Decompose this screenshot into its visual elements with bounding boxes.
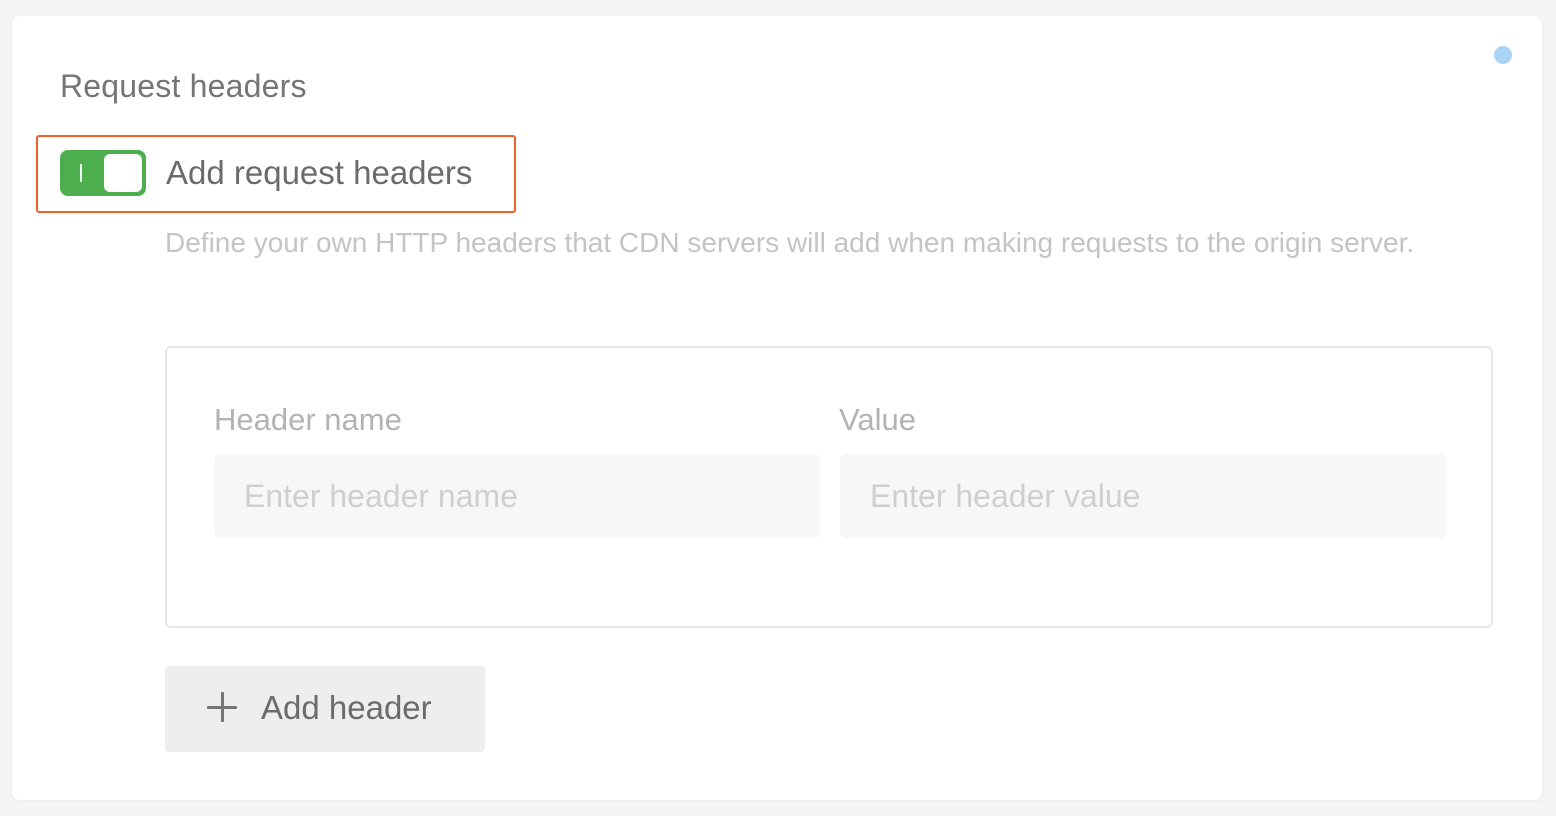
header-name-input[interactable] [214, 454, 820, 538]
plus-icon [207, 692, 237, 722]
add-header-label: Add header [261, 689, 432, 726]
add-request-headers-label[interactable]: Add request headers [166, 152, 472, 194]
header-name-label: Header name [214, 402, 402, 437]
headers-panel: Header name Value [165, 346, 1493, 628]
add-header-button[interactable]: Add header [165, 666, 485, 752]
request-headers-card: Request headers Add request headers Defi… [12, 16, 1542, 800]
status-indicator-dot [1494, 46, 1512, 64]
toggle-on-mark [80, 164, 82, 182]
section-title: Request headers [60, 68, 307, 104]
header-value-input[interactable] [840, 454, 1446, 538]
header-value-label: Value [839, 402, 916, 437]
section-description: Define your own HTTP headers that CDN se… [165, 227, 1415, 258]
add-request-headers-toggle[interactable] [60, 150, 146, 196]
toggle-knob [104, 154, 142, 192]
